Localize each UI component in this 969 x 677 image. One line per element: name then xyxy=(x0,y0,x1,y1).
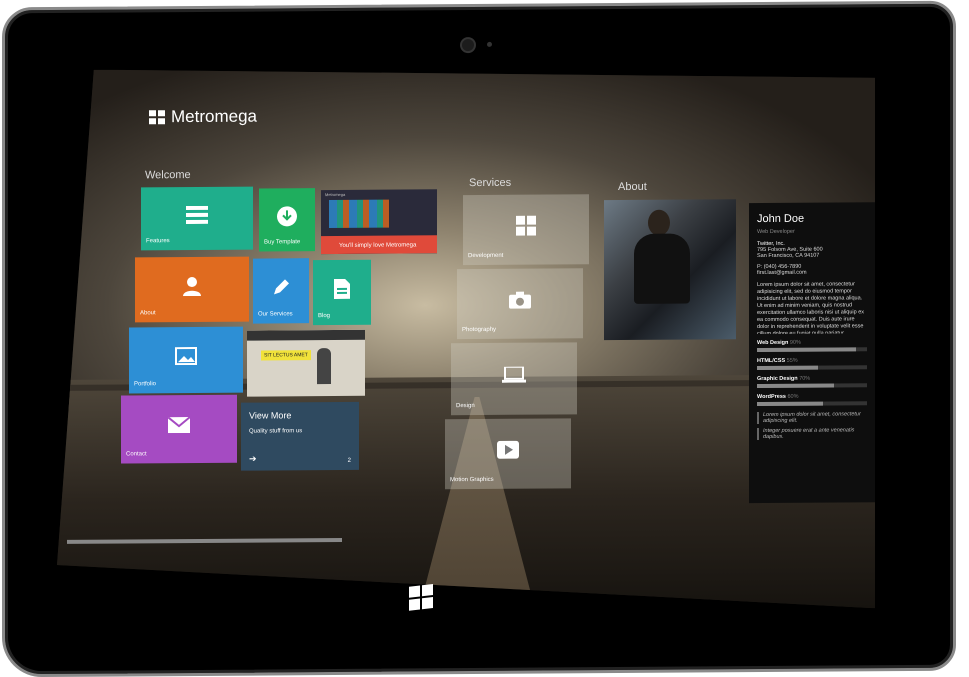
skill-bar xyxy=(757,347,867,352)
skill-bar xyxy=(757,383,867,388)
document-icon xyxy=(334,278,350,298)
pencil-icon xyxy=(271,277,291,297)
tile-blog[interactable]: Blog xyxy=(313,260,371,325)
tile-about[interactable]: About xyxy=(135,257,249,323)
profile-address2: San Francisco, CA 94107 xyxy=(757,252,820,260)
windows-button-icon[interactable] xyxy=(409,584,433,611)
skill-percent: 90% xyxy=(789,339,801,346)
tile-portfolio[interactable]: Portfolio xyxy=(129,327,243,394)
skill-row: Web Design 90% xyxy=(757,339,867,346)
skill-percent: 70% xyxy=(799,375,811,382)
skill-row: WordPress 60% xyxy=(757,393,867,400)
view-more-title: View More xyxy=(249,410,292,421)
user-icon xyxy=(183,276,201,296)
skill-bar xyxy=(757,401,867,406)
service-development[interactable]: Development xyxy=(463,194,589,265)
logo-icon xyxy=(149,110,165,124)
tile-view-more[interactable]: View More Quality stuff from us ➔ 2 xyxy=(241,402,359,471)
skill-row: HTML/CSS 55% xyxy=(757,357,867,364)
profile-role: Web Developer xyxy=(757,228,795,236)
skill-name: HTML/CSS xyxy=(757,357,787,365)
arrow-right-icon[interactable]: ➔ xyxy=(249,454,257,465)
laptop-icon xyxy=(502,366,526,382)
service-design[interactable]: Design xyxy=(451,342,577,415)
skill-name: WordPress xyxy=(757,393,788,401)
camera-icon xyxy=(509,290,531,308)
skill-percent: 60% xyxy=(787,393,799,400)
skill-percent: 55% xyxy=(786,357,798,364)
promo-screenshot xyxy=(329,200,389,228)
skill-row: Graphic Design 70% xyxy=(757,375,867,382)
profile-quote-2: Integer posuere erat a ante venenatis da… xyxy=(757,427,867,440)
section-title-services: Services xyxy=(469,176,512,190)
view-more-count: 2 xyxy=(347,457,351,464)
tile-contact[interactable]: Contact xyxy=(121,395,237,464)
sensor-dot xyxy=(487,41,492,47)
skill-bar-fill xyxy=(757,402,823,406)
service-photography[interactable]: Photography xyxy=(457,268,583,339)
skill-bar-fill xyxy=(757,366,818,370)
profile-photo xyxy=(604,199,736,340)
promo-screen-title: Metromega xyxy=(325,191,346,198)
tile-promo[interactable]: Metromega You'll simply love Metromega xyxy=(321,189,437,254)
view-more-subtitle: Quality stuff from us xyxy=(249,428,303,435)
play-icon xyxy=(497,441,519,459)
list-icon xyxy=(186,206,208,224)
skill-bar-fill xyxy=(757,347,856,352)
tablet-device: Metromega Welcome Services About Feature… xyxy=(2,0,956,677)
camera-icon xyxy=(460,37,476,54)
tile-portfolio-preview[interactable]: SIT LECTUS AMET xyxy=(247,330,365,397)
dancer-figure xyxy=(317,348,331,384)
profile-bio: Lorem ipsum dolor sit amet, consectetur … xyxy=(757,281,864,335)
app-logo[interactable]: Metromega xyxy=(149,107,257,128)
skill-name: Graphic Design xyxy=(757,375,800,383)
tile-buy-template[interactable]: Buy Template xyxy=(259,188,315,251)
profile-quote-1: Lorem ipsum dolor sit amet, consectetur … xyxy=(757,411,867,424)
skill-bar-fill xyxy=(757,384,834,389)
profile-card: John Doe Web Developer Twitter, Inc. 795… xyxy=(749,202,875,503)
image-icon xyxy=(175,347,197,365)
tile-our-services[interactable]: Our Services xyxy=(253,258,309,323)
section-title-welcome: Welcome xyxy=(145,169,191,182)
download-icon xyxy=(276,205,298,227)
skill-bar xyxy=(757,365,867,370)
section-title-about: About xyxy=(618,180,647,194)
windows-icon xyxy=(516,215,536,235)
app-title: Metromega xyxy=(171,106,257,127)
portfolio-banner: SIT LECTUS AMET xyxy=(261,350,311,360)
mail-icon xyxy=(168,417,190,433)
service-motion-graphics[interactable]: Motion Graphics xyxy=(445,418,571,489)
skills-list: Web Design 90% HTML/CSS 55% Graphic Design… xyxy=(757,339,867,406)
profile-email[interactable]: first.last@gmail.com xyxy=(757,269,867,276)
skill-name: Web Design xyxy=(757,339,790,347)
tile-features[interactable]: Features xyxy=(141,187,253,251)
screen: Metromega Welcome Services About Feature… xyxy=(57,64,875,614)
profile-name: John Doe xyxy=(757,212,805,226)
